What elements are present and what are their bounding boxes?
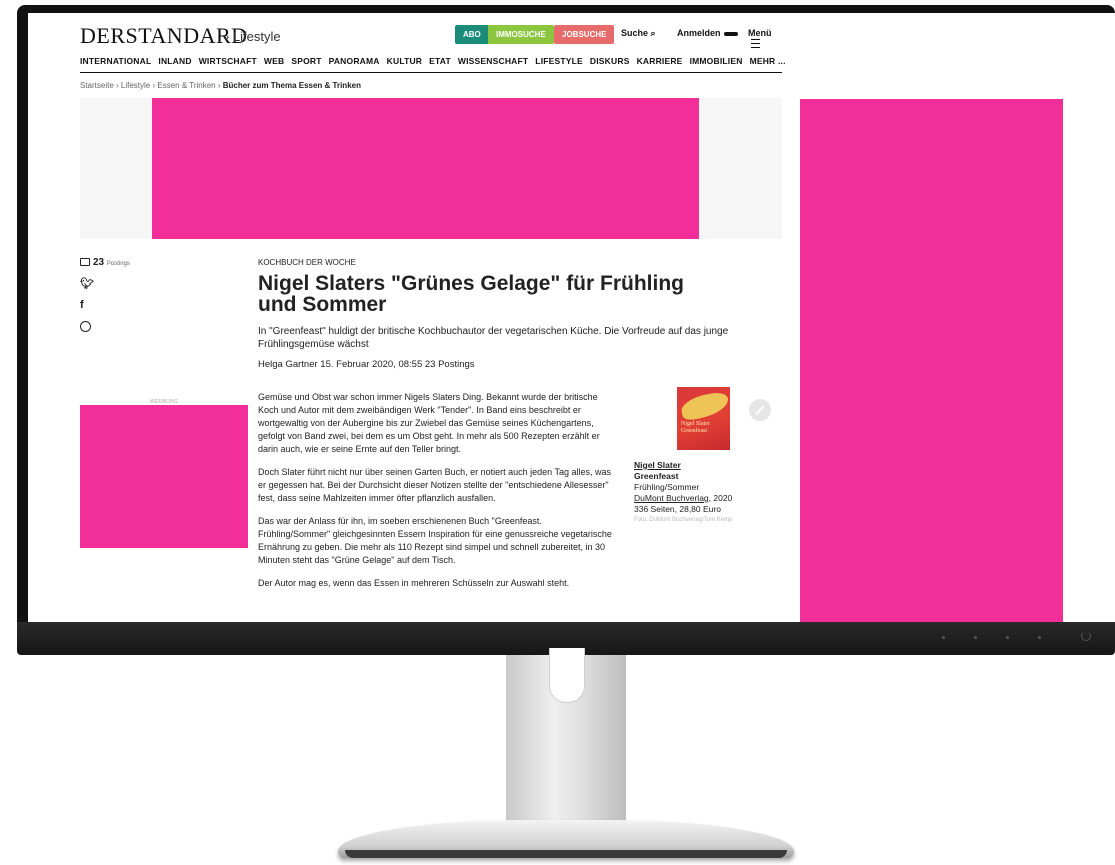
book-publisher[interactable]: DuMont Buchverlag	[634, 493, 709, 503]
nav-karriere[interactable]: KARRIERE	[637, 56, 683, 72]
article-kicker: KOCHBUCH DER WOCHE	[258, 258, 356, 267]
nav-kultur[interactable]: KULTUR	[387, 56, 423, 72]
section-name[interactable]: › Lifestyle	[225, 29, 281, 44]
book-info: Nigel Slater Greenfeast Frühling/Sommer …	[634, 460, 784, 526]
postings-link[interactable]: 23 Postings	[80, 257, 160, 268]
article-paragraph: Doch Slater führt nicht nur über seinen …	[258, 467, 612, 503]
login-button[interactable]: Anmelden	[677, 28, 738, 38]
nav-diskurs[interactable]: DISKURS	[590, 56, 630, 72]
breadcrumb: Startseite › Lifestyle › Essen & Trinken…	[80, 81, 361, 90]
nav-etat[interactable]: ETAT	[429, 56, 451, 72]
book-author[interactable]: Nigel Slater	[634, 460, 784, 471]
menu-button[interactable]: Menü	[748, 28, 782, 49]
abo-button[interactable]: ABO	[455, 25, 489, 44]
nav-wissenschaft[interactable]: WISSENSCHAFT	[458, 56, 528, 72]
nav-wirtschaft[interactable]: WIRTSCHAFT	[199, 56, 257, 72]
book-publisher-line: DuMont Buchverlag, 2020	[634, 493, 784, 504]
postings-label: Postings	[106, 261, 130, 267]
nav-lifestyle[interactable]: LIFESTYLE	[535, 56, 583, 72]
logo[interactable]: DERSTANDARD	[80, 23, 248, 49]
browser-screen: DERSTANDARD › Lifestyle ABO IMMOSUCHE JO…	[28, 13, 1115, 622]
monitor-button[interactable]	[1038, 636, 1041, 639]
nav-international[interactable]: INTERNATIONAL	[80, 56, 151, 72]
search-icon: ⌕	[650, 28, 656, 38]
ad-box-left[interactable]	[80, 405, 248, 548]
postings-count: 23	[93, 257, 105, 268]
login-label: Anmelden	[677, 28, 721, 38]
facebook-icon[interactable]: f	[80, 299, 160, 312]
article-byline: Helga Gartner 15. Februar 2020, 08:55 23…	[258, 359, 475, 370]
key-icon	[723, 31, 738, 36]
book-title: Greenfeast	[634, 471, 679, 481]
comment-icon	[80, 258, 90, 267]
search-label: Suche	[621, 28, 649, 38]
cover-swirl	[679, 390, 730, 422]
book-subtitle: Frühling/Sommer	[634, 482, 700, 492]
cover-title: Nigel Slater Greenfeast	[681, 421, 710, 434]
monitor-button[interactable]	[974, 636, 977, 639]
twitter-icon[interactable]: 🐦︎	[80, 277, 160, 290]
hamburger-icon	[751, 39, 760, 49]
immosuche-button[interactable]: IMMOSUCHE	[488, 25, 554, 44]
article-lead: In "Greenfeast" huldigt der britische Ko…	[258, 326, 729, 350]
main-nav: INTERNATIONAL INLAND WIRTSCHAFT WEB SPOR…	[80, 56, 785, 73]
power-icon[interactable]	[1081, 631, 1091, 641]
photo-credit: Foto: DuMont Buchverlag/Tom Kemp	[634, 517, 733, 523]
cable-hole	[549, 648, 585, 703]
book-details: 336 Seiten, 28,80 Euro	[634, 504, 721, 514]
nav-immobilien[interactable]: IMMOBILIEN	[690, 56, 743, 72]
book-cover-image[interactable]: Nigel Slater Greenfeast	[677, 387, 730, 450]
ad-skyscraper-right[interactable]	[800, 99, 1063, 622]
monitor-button[interactable]	[942, 636, 945, 639]
nav-inland[interactable]: INLAND	[158, 56, 191, 72]
nav-web[interactable]: WEB	[264, 56, 284, 72]
breadcrumb-path[interactable]: Startseite › Lifestyle › Essen & Trinken…	[80, 81, 223, 90]
article-paragraph: Das war der Anlass für ihn, im soeben er…	[258, 516, 612, 565]
breadcrumb-current[interactable]: Bücher zum Thema Essen & Trinken	[223, 81, 361, 90]
menu-label: Menü	[748, 28, 772, 38]
ad-banner-top[interactable]	[152, 98, 699, 239]
share-column: 23 Postings 🐦︎ f	[80, 257, 160, 334]
article-headline: Nigel Slaters "Grünes Gelage" für Frühli…	[258, 272, 684, 316]
jobsuche-button[interactable]: JOBSUCHE	[554, 25, 615, 44]
search-button[interactable]: Suche ⌕	[621, 28, 656, 39]
nav-mehr[interactable]: MEHR ...	[750, 56, 786, 72]
article-body: Gemüse und Obst war schon immer Nigels S…	[258, 391, 614, 600]
nav-panorama[interactable]: PANORAMA	[329, 56, 380, 72]
whatsapp-icon[interactable]	[80, 321, 160, 334]
expand-image-button[interactable]	[749, 399, 771, 421]
nav-sport[interactable]: SPORT	[291, 56, 321, 72]
article-paragraph: Der Autor mag es, wenn das Essen in mehr…	[258, 578, 570, 588]
article-paragraph: Gemüse und Obst war schon immer Nigels S…	[258, 392, 600, 454]
monitor-button[interactable]	[1006, 636, 1009, 639]
monitor-stand-edge	[345, 850, 787, 858]
book-year: , 2020	[708, 493, 733, 503]
